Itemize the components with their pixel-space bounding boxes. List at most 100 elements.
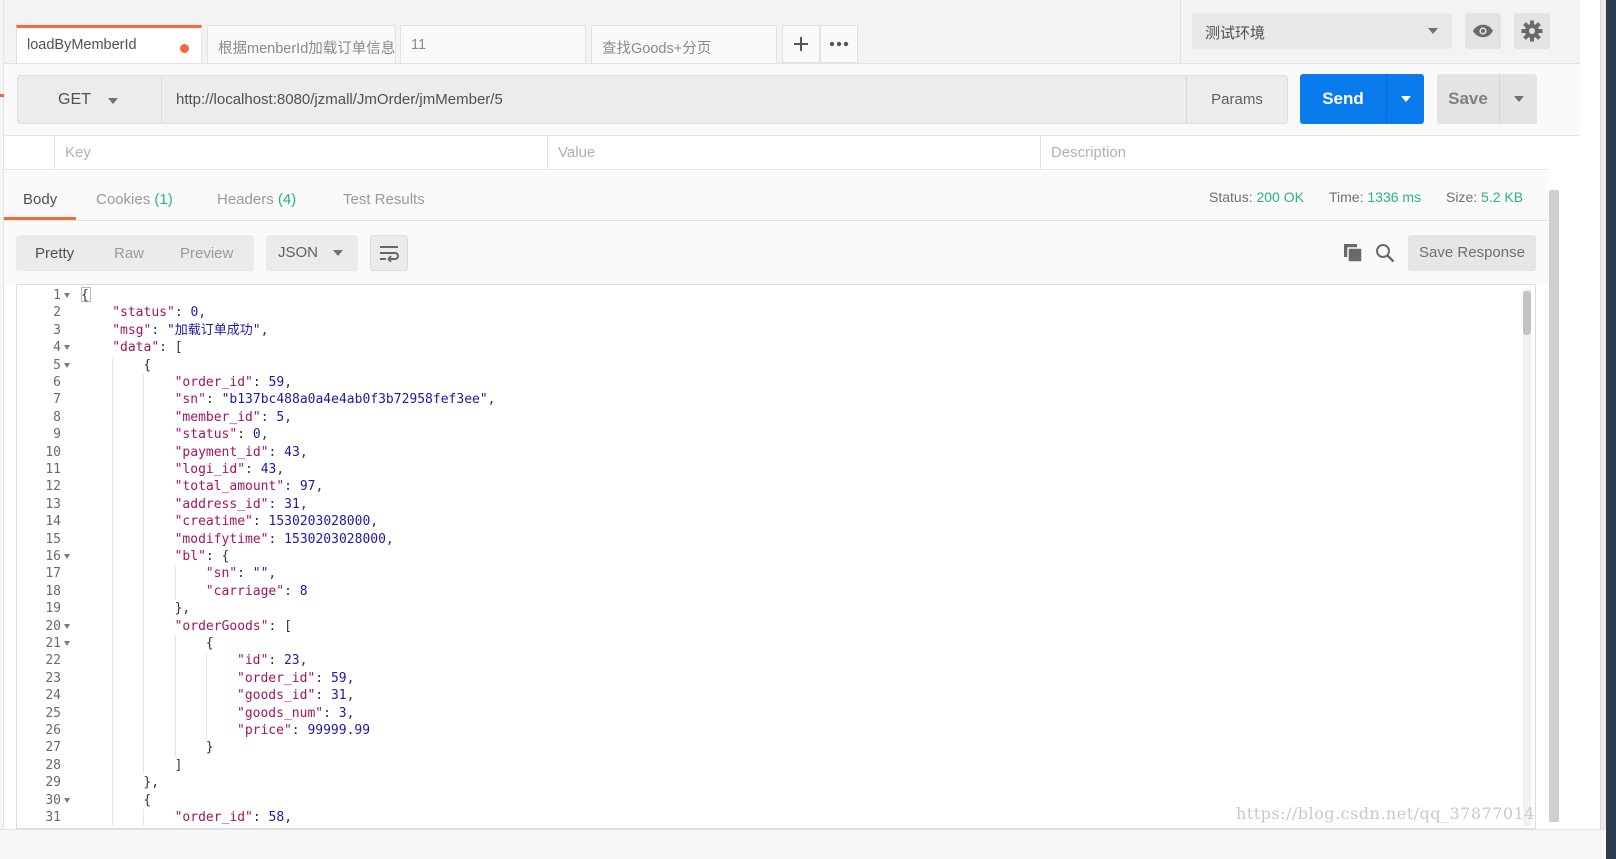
line-number: 16	[45, 549, 61, 564]
status-footer	[0, 829, 1606, 859]
send-button[interactable]: Send	[1300, 74, 1386, 124]
code-text: },	[143, 774, 159, 791]
json-punctuation: ,	[346, 705, 355, 721]
json-punctuation: },	[143, 775, 160, 791]
format-select[interactable]: JSON	[266, 235, 358, 271]
indent-guide	[112, 617, 114, 635]
json-key: "price"	[237, 723, 292, 738]
line-number: 12	[45, 479, 61, 495]
code-line: 10 "payment_id": 43,	[17, 443, 1517, 461]
fold-arrow-icon[interactable]	[64, 362, 70, 368]
raw-view-button[interactable]: Raw	[114, 245, 144, 262]
params-row-checkbox-cell	[4, 136, 55, 170]
param-value-input[interactable]: Value	[548, 136, 1041, 170]
indent-guide	[112, 461, 114, 479]
copy-response-button[interactable]	[1342, 242, 1364, 264]
code-line: 11 "logi_id": 43,	[17, 461, 1517, 479]
tab-cookies[interactable]: Cookies (1)	[96, 191, 173, 208]
fold-arrow-icon[interactable]	[64, 623, 70, 629]
fold-arrow-icon[interactable]	[64, 345, 70, 351]
indent-guide	[143, 408, 145, 427]
code-text: ]	[175, 757, 183, 774]
tab-body[interactable]: Body	[23, 191, 57, 208]
json-punctuation: :	[252, 375, 269, 390]
json-punctuation: ]	[174, 757, 183, 773]
code-line: 21 {	[17, 635, 1517, 653]
code-text: "sn": "",	[206, 565, 276, 582]
code-line: 23 "order_id": 59,	[17, 669, 1517, 688]
save-response-button[interactable]: Save Response	[1408, 235, 1536, 271]
json-punctuation: ,	[260, 322, 269, 338]
tab-11[interactable]: 11	[400, 25, 586, 63]
json-punctuation: ,	[284, 409, 292, 425]
indent-guide	[112, 530, 114, 548]
tab-test-results[interactable]: Test Results	[343, 191, 425, 208]
json-value: 1530203028000	[268, 514, 371, 530]
json-value: 3	[338, 705, 347, 721]
tab-headers[interactable]: Headers (4)	[217, 191, 296, 208]
code-line: 6 "order_id": 59,	[17, 374, 1517, 392]
status-value: 200 OK	[1256, 189, 1304, 205]
method-select[interactable]: GET	[17, 75, 162, 124]
line-number: 24	[45, 688, 61, 704]
json-key: "status"	[174, 427, 238, 443]
indent-guide	[143, 443, 145, 461]
code-text: "modifytime": 1530203028000,	[175, 531, 394, 548]
code-text: "member_id": 5,	[175, 409, 292, 426]
url-input[interactable]: http://localhost:8080/jzmall/JmOrder/jmM…	[161, 75, 1187, 124]
pretty-view-button[interactable]: Pretty	[35, 245, 74, 262]
preview-view-button[interactable]: Preview	[180, 245, 233, 262]
save-button[interactable]: Save	[1437, 74, 1499, 124]
params-button[interactable]: Params	[1186, 75, 1288, 124]
response-tabs: Body Cookies (1) Headers (4) Test Result…	[4, 171, 1548, 221]
line-number: 14	[45, 514, 61, 530]
json-punctuation: :	[268, 653, 284, 669]
json-key: "msg"	[112, 322, 152, 338]
window-scrollbar[interactable]	[1549, 190, 1559, 822]
indent-guide	[143, 617, 145, 635]
fold-arrow-icon[interactable]	[64, 293, 70, 298]
editor-scrollbar-thumb[interactable]	[1523, 291, 1531, 335]
environment-quick-look-button[interactable]	[1465, 13, 1501, 49]
indent-guide	[174, 722, 176, 740]
json-punctuation: ,	[487, 392, 496, 408]
json-key: "goods_num"	[237, 705, 324, 721]
line-number: 23	[45, 670, 61, 686]
json-punctuation: :	[205, 392, 222, 408]
indent-guide	[143, 513, 145, 531]
wrap-lines-button[interactable]	[370, 235, 408, 271]
json-punctuation: :	[291, 723, 308, 738]
tab-label: loadByMemberId	[27, 37, 137, 53]
editor-scrollbar[interactable]	[1523, 289, 1531, 826]
manage-environments-button[interactable]	[1514, 13, 1550, 49]
headers-count: (4)	[277, 191, 297, 208]
fold-arrow-icon[interactable]	[64, 797, 70, 803]
fold-arrow-icon[interactable]	[64, 641, 70, 646]
indent-guide	[205, 652, 207, 670]
tab-loadbymemberid[interactable]: loadByMemberId	[16, 25, 202, 63]
param-description-input[interactable]: Description	[1041, 136, 1548, 170]
json-key: "sn"	[174, 392, 206, 408]
code-line: 24 "goods_id": 31,	[17, 687, 1517, 705]
json-key: "order_id"	[174, 375, 253, 390]
new-tab-button[interactable]	[782, 25, 820, 63]
fold-arrow-icon[interactable]	[64, 554, 70, 559]
save-options-button[interactable]	[1499, 74, 1537, 124]
code-text: "creatime": 1530203028000,	[175, 513, 379, 530]
tab-load-order-info[interactable]: 根据menberId加载订单信息	[207, 25, 396, 63]
size-readout: Size: 5.2 KB	[1446, 189, 1523, 205]
indent-guide	[143, 426, 145, 444]
send-options-button[interactable]	[1386, 74, 1424, 124]
param-key-input[interactable]: Key	[55, 136, 548, 170]
line-number: 6	[53, 375, 61, 390]
size-value: 5.2 KB	[1481, 189, 1524, 205]
tab-headers-label: Headers	[217, 191, 274, 208]
json-punctuation: :	[315, 688, 331, 704]
code-line: 12 "total_amount": 97,	[17, 478, 1517, 496]
more-tabs-button[interactable]	[820, 25, 858, 63]
tab-find-goods[interactable]: 查找Goods+分页	[591, 25, 777, 63]
line-number: 29	[45, 775, 61, 791]
environment-select[interactable]: 测试环境	[1192, 13, 1452, 49]
response-body-editor[interactable]: 1{2 "status": 0, 3 "msg": "加载订单成功", 4 "data":…	[16, 284, 1536, 829]
search-response-button[interactable]	[1374, 242, 1396, 264]
